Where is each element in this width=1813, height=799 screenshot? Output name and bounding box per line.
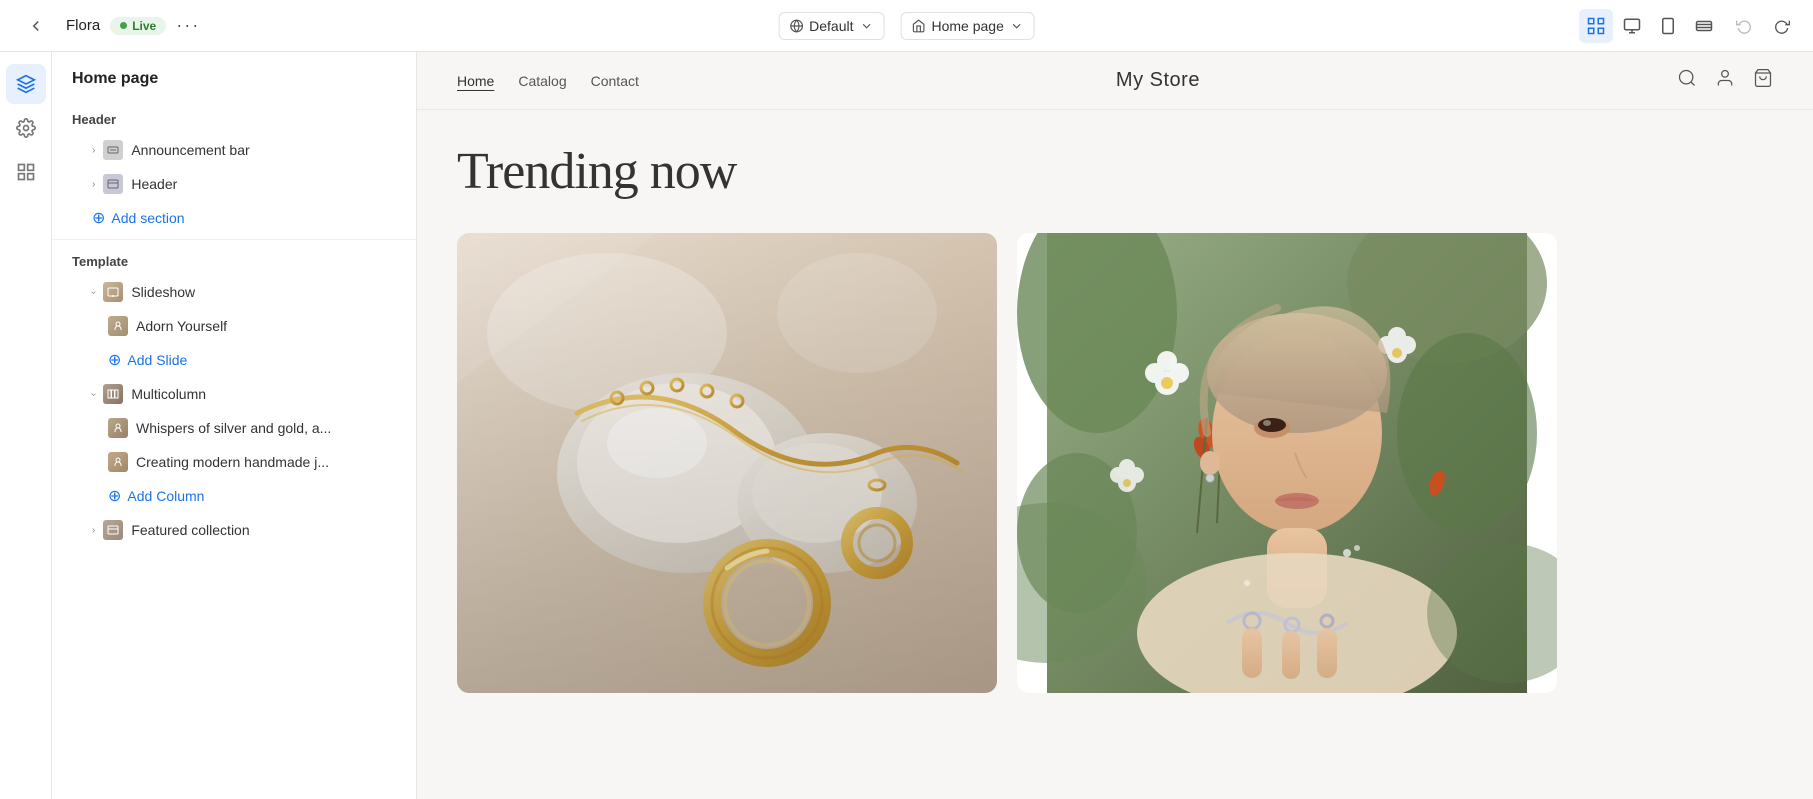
whisper-icon: [108, 418, 128, 438]
mobile-view-btn[interactable]: [1651, 9, 1685, 43]
chevron-icon: ›: [92, 145, 95, 156]
featured-label: Featured collection: [131, 522, 249, 538]
default-dropdown[interactable]: Default: [778, 12, 884, 40]
sidebar-item-multicolumn[interactable]: › Multicolumn: [52, 377, 416, 411]
chevron-down-icon: ›: [88, 290, 99, 293]
view-icons: [1579, 9, 1721, 43]
cards-area: [417, 221, 1813, 705]
sidebar-title: Home page: [52, 52, 416, 102]
app-name: Flora: [66, 17, 100, 34]
back-button[interactable]: [16, 6, 56, 46]
featured-icon: [103, 520, 123, 540]
preview-inner: Home Catalog Contact My Store: [417, 52, 1813, 799]
plus-icon: ⊕: [108, 350, 121, 370]
divider: [52, 239, 416, 240]
user-icon[interactable]: [1715, 68, 1735, 93]
header-label: Header: [131, 176, 177, 192]
desktop-view-btn[interactable]: [1615, 9, 1649, 43]
settings-button[interactable]: [6, 108, 46, 148]
add-slide-label: Add Slide: [127, 352, 187, 368]
add-column-button[interactable]: ⊕ Add Column: [52, 479, 416, 513]
add-section-label: Add section: [111, 210, 184, 226]
nav-contact[interactable]: Contact: [591, 73, 639, 89]
add-slide-button[interactable]: ⊕ Add Slide: [52, 343, 416, 377]
hero-section: Trending now: [417, 110, 1813, 221]
layers-button[interactable]: [6, 64, 46, 104]
jewelry-card: [457, 233, 997, 693]
header-section-label: Header: [52, 102, 416, 133]
main-layout: Home page Header › Announcement bar › He…: [0, 52, 1813, 799]
homepage-dropdown[interactable]: Home page: [900, 12, 1034, 40]
add-section-button[interactable]: ⊕ Add section: [52, 201, 416, 235]
redo-button[interactable]: [1767, 11, 1797, 41]
plus-icon: ⊕: [92, 208, 105, 228]
sidebar-content: Header › Announcement bar › Header ⊕ Add…: [52, 102, 416, 799]
icon-rail: [0, 52, 52, 799]
whisper-label: Whispers of silver and gold, a...: [136, 420, 331, 436]
sidebar-item-creating[interactable]: Creating modern handmade j...: [52, 445, 416, 479]
sidebar-item-slideshow[interactable]: › Slideshow: [52, 275, 416, 309]
creating-label: Creating modern handmade j...: [136, 454, 329, 470]
slideshow-label: Slideshow: [131, 284, 195, 300]
nav-home[interactable]: Home: [457, 73, 494, 89]
sidebar-item-adorn[interactable]: Adorn Yourself: [52, 309, 416, 343]
store-nav: Home Catalog Contact My Store: [417, 52, 1813, 110]
more-button[interactable]: ···: [176, 15, 200, 36]
store-nav-links: Home Catalog Contact: [457, 73, 639, 89]
search-icon[interactable]: [1677, 68, 1697, 93]
grid-button[interactable]: [6, 152, 46, 192]
nav-catalog[interactable]: Catalog: [518, 73, 566, 89]
announcement-bar-label: Announcement bar: [131, 142, 249, 158]
sidebar-item-announcement-bar[interactable]: › Announcement bar: [52, 133, 416, 167]
sidebar-item-whisper[interactable]: Whispers of silver and gold, a...: [52, 411, 416, 445]
plus-icon: ⊕: [108, 486, 121, 506]
header-icon: [103, 174, 123, 194]
store-name: My Store: [1116, 69, 1200, 92]
sidebar-item-featured[interactable]: › Featured collection: [52, 513, 416, 547]
hero-title: Trending now: [457, 142, 1773, 201]
preview-area: Home Catalog Contact My Store: [417, 52, 1813, 799]
cart-icon[interactable]: [1753, 68, 1773, 93]
woman-image: [1017, 233, 1557, 693]
sidebar: Home page Header › Announcement bar › He…: [52, 52, 417, 799]
woman-card: [1017, 233, 1557, 693]
live-dot: [120, 22, 127, 29]
sidebar-item-header[interactable]: › Header: [52, 167, 416, 201]
undo-button[interactable]: [1729, 11, 1759, 41]
multicolumn-icon: [103, 384, 123, 404]
chevron-icon: ›: [92, 525, 95, 536]
adorn-icon: [108, 316, 128, 336]
topbar: Flora Live ··· Default Home page: [0, 0, 1813, 52]
extra-view-btn[interactable]: [1687, 9, 1721, 43]
select-view-btn[interactable]: [1579, 9, 1613, 43]
chevron-down-icon: ›: [88, 392, 99, 395]
template-section-label: Template: [52, 244, 416, 275]
store-nav-icons: [1677, 68, 1773, 93]
topbar-center: Default Home page: [778, 12, 1035, 40]
jewelry-image: [457, 233, 997, 693]
multicolumn-label: Multicolumn: [131, 386, 206, 402]
adorn-label: Adorn Yourself: [136, 318, 227, 334]
announcement-bar-icon: [103, 140, 123, 160]
live-badge: Live: [110, 17, 166, 35]
add-column-label: Add Column: [127, 488, 204, 504]
topbar-right: [1579, 9, 1797, 43]
creating-icon: [108, 452, 128, 472]
chevron-icon: ›: [92, 179, 95, 190]
slideshow-icon: [103, 282, 123, 302]
